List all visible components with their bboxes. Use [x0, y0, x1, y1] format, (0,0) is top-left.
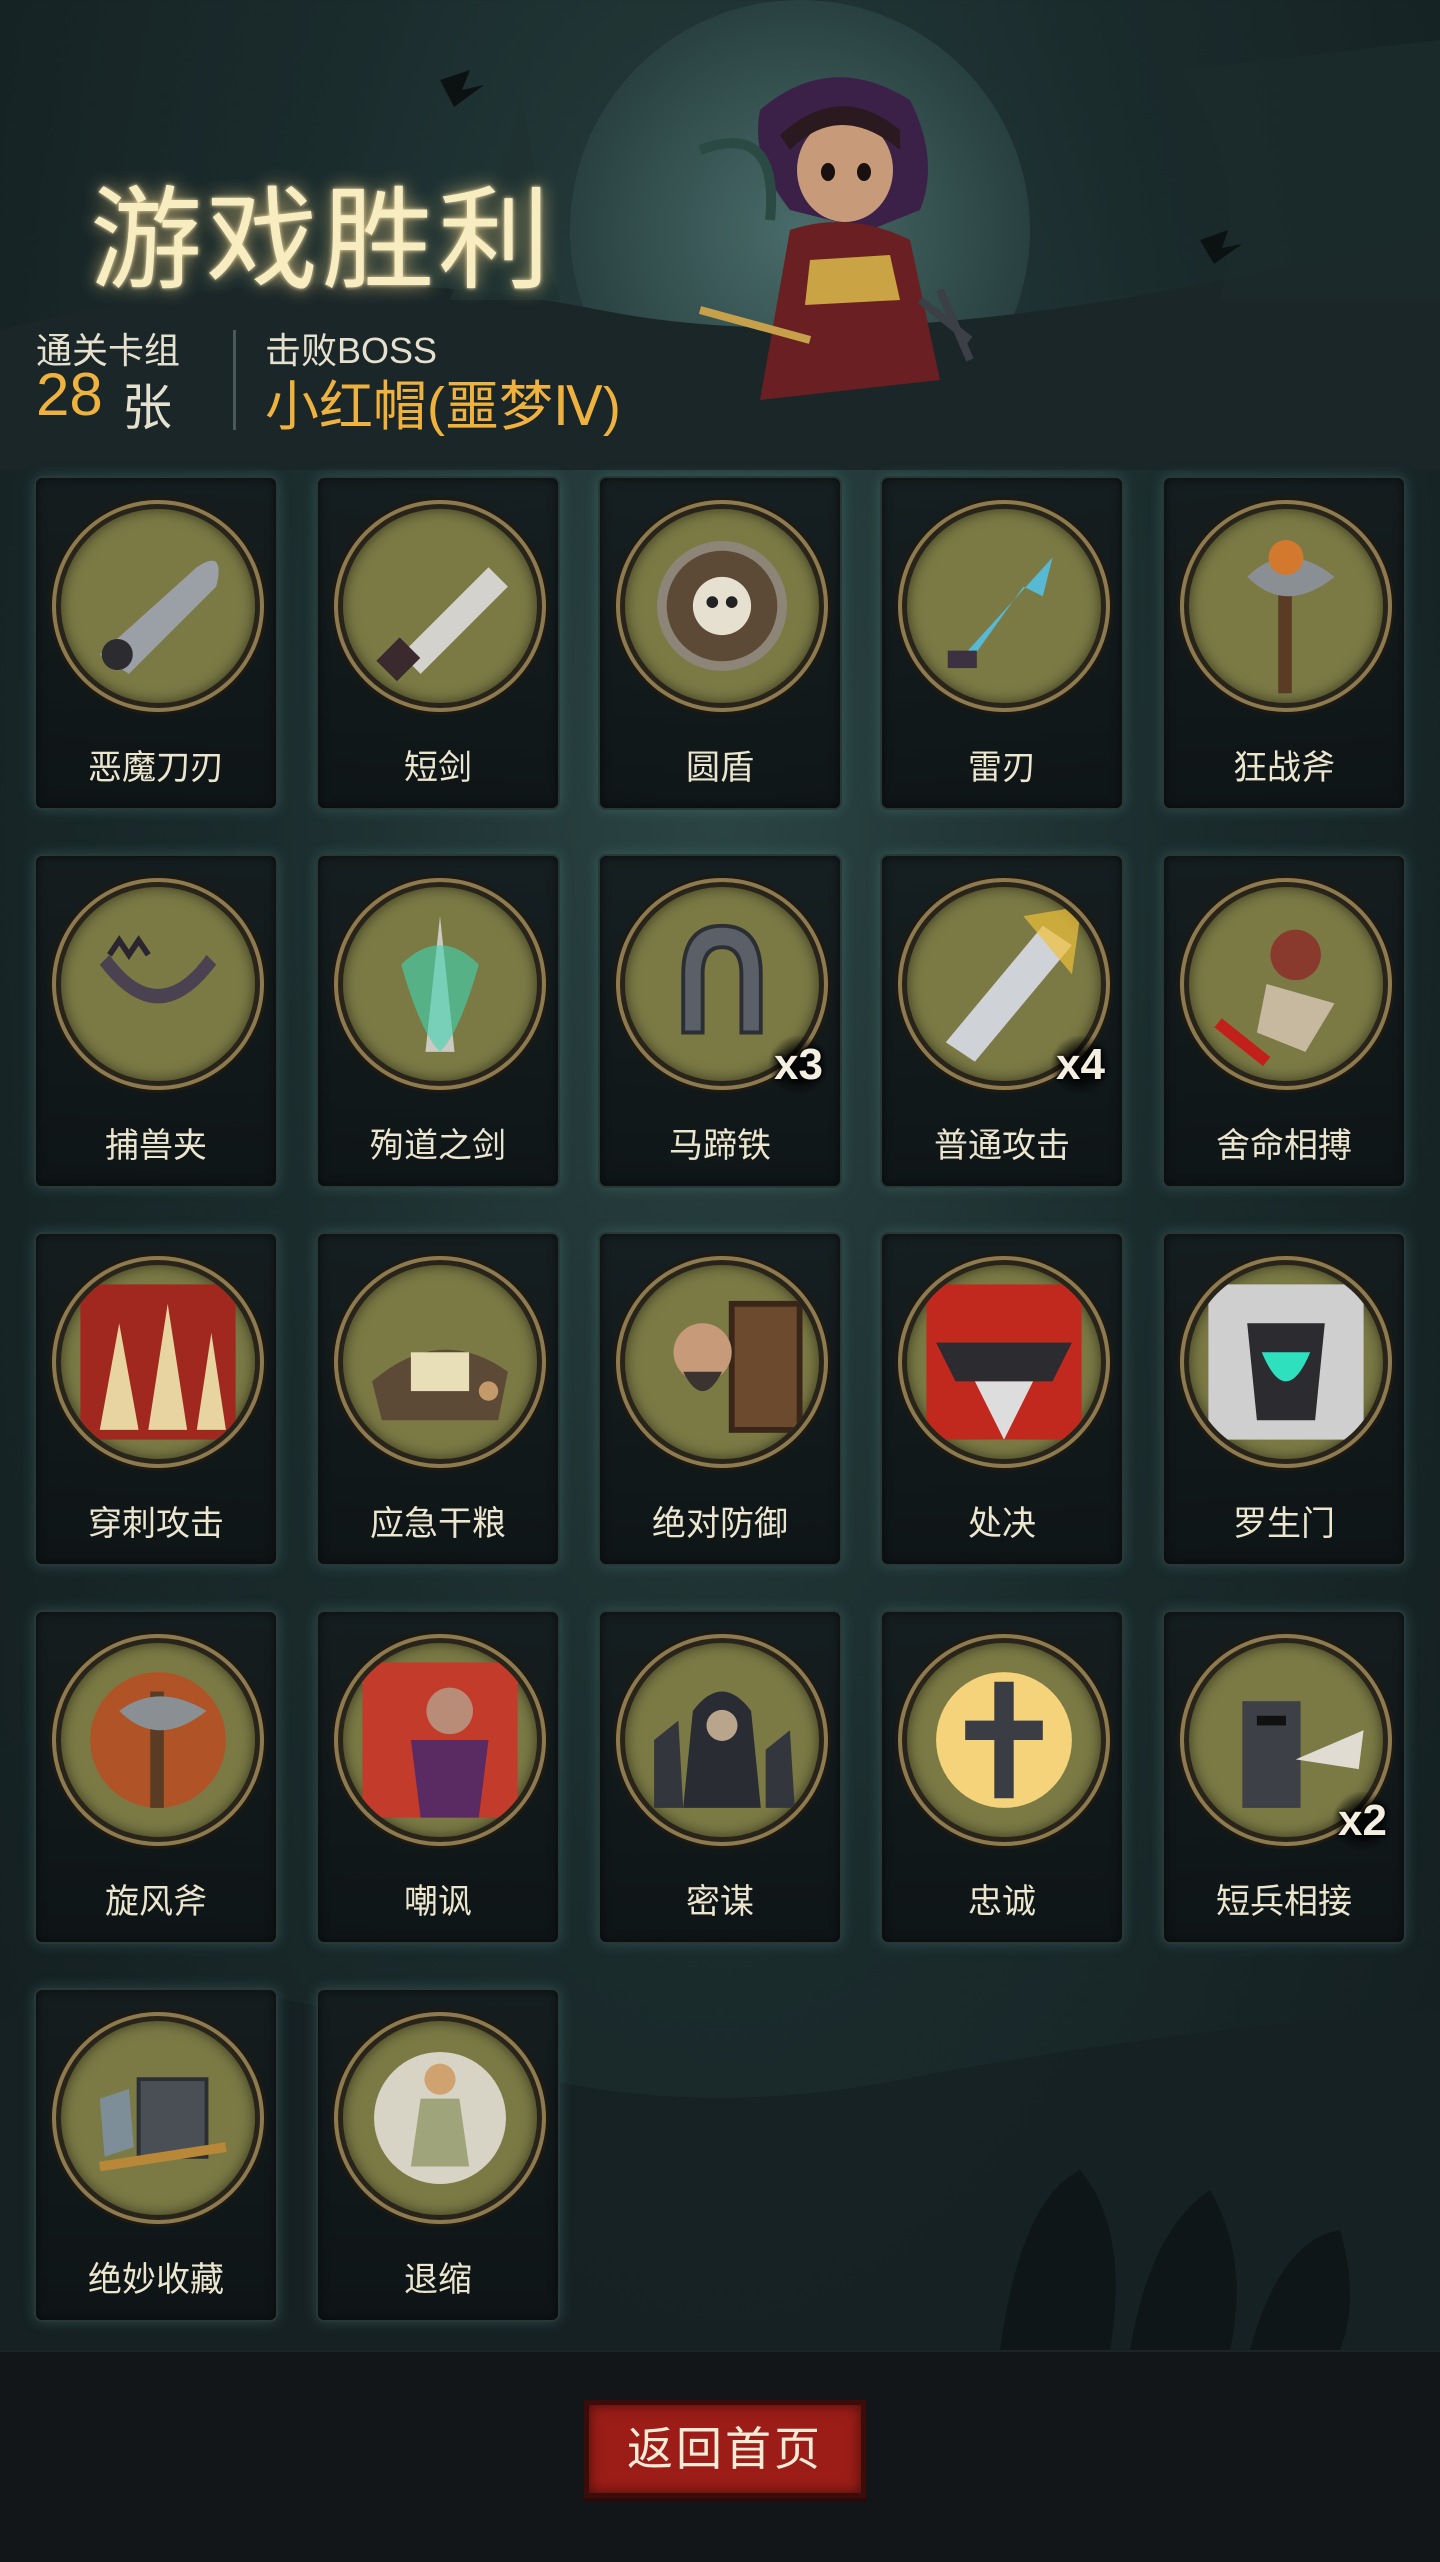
deck-card-taunt[interactable]: 嘲讽 — [316, 1610, 560, 1944]
deck-card-thunder-blade[interactable]: 雷刃 — [880, 476, 1124, 810]
card-label: 圆盾 — [686, 749, 754, 787]
card-label: 应急干粮 — [370, 1505, 506, 1543]
page-title: 游戏胜利 — [90, 176, 554, 306]
deck-count: 28 — [36, 361, 103, 428]
thunder-blade-icon — [902, 504, 1106, 708]
card-count-badge: x2 — [1330, 1792, 1395, 1850]
desperate-fight-icon — [1184, 882, 1388, 1086]
card-count-badge: x4 — [1048, 1036, 1113, 1094]
retreat-icon — [338, 2016, 542, 2220]
round-shield-icon — [620, 504, 824, 708]
conspiracy-icon — [620, 1638, 824, 1842]
berserker-axe-icon — [1184, 504, 1388, 708]
card-label: 绝对防御 — [652, 1505, 788, 1543]
deck-card-conspiracy[interactable]: 密谋 — [598, 1610, 842, 1944]
card-label: 短兵相接 — [1216, 1883, 1352, 1921]
red-riding-hood-hero-art — [698, 77, 974, 400]
deck-card-loyalty-cross[interactable]: 忠诚 — [880, 1610, 1124, 1944]
card-label: 短剑 — [404, 749, 472, 787]
pierce-attack-icon — [56, 1260, 260, 1464]
card-label: 马蹄铁 — [669, 1127, 771, 1165]
taunt-icon — [338, 1638, 542, 1842]
deck-card-desperate-fight[interactable]: 舍命相搏 — [1162, 854, 1406, 1188]
card-label: 舍命相搏 — [1216, 1127, 1352, 1165]
deck-unit: 张 — [122, 380, 172, 436]
rashomon-icon — [1184, 1260, 1388, 1464]
deck-card-pierce-attack[interactable]: 穿刺攻击 — [34, 1232, 278, 1566]
whirlwind-axe-icon — [56, 1638, 260, 1842]
card-label: 恶魔刀刃 — [88, 749, 224, 787]
card-count-badge: x3 — [766, 1036, 831, 1094]
deck-card-round-shield[interactable]: 圆盾 — [598, 476, 842, 810]
deck-card-retreat[interactable]: 退缩 — [316, 1988, 560, 2322]
card-label: 罗生门 — [1233, 1505, 1335, 1543]
card-label: 普通攻击 — [934, 1127, 1070, 1165]
card-label: 嘲讽 — [404, 1883, 472, 1921]
short-sword-icon — [338, 504, 542, 708]
deck-card-demon-blade[interactable]: 恶魔刀刃 — [34, 476, 278, 810]
deck-card-close-combat[interactable]: 短兵相接 x2 — [1162, 1610, 1406, 1944]
card-label: 殉道之剑 — [370, 1127, 506, 1165]
card-label: 雷刃 — [968, 749, 1036, 787]
stat-divider — [233, 330, 236, 430]
card-label: 绝妙收藏 — [88, 2261, 224, 2299]
deck-card-martyr-sword[interactable]: 殉道之剑 — [316, 854, 560, 1188]
deck-card-basic-attack[interactable]: 普通攻击 x4 — [880, 854, 1124, 1188]
deck-card-whirlwind-axe[interactable]: 旋风斧 — [34, 1610, 278, 1944]
martyr-sword-icon — [338, 882, 542, 1086]
boss-name: 小红帽(噩梦Ⅳ) — [265, 377, 621, 437]
card-label: 忠诚 — [968, 1883, 1036, 1921]
victory-header: 游戏胜利 通关卡组 28 张 击败BOSS 小红帽(噩梦Ⅳ) — [0, 0, 1440, 470]
emergency-rations-icon — [338, 1260, 542, 1464]
loyalty-cross-icon — [902, 1638, 1106, 1842]
return-home-button[interactable]: 返回首页 — [584, 2400, 866, 2498]
fine-collection-icon — [56, 2016, 260, 2220]
card-label: 密谋 — [686, 1883, 754, 1921]
deck-card-rashomon[interactable]: 罗生门 — [1162, 1232, 1406, 1566]
card-label: 旋风斧 — [105, 1883, 207, 1921]
deck-card-berserker-axe[interactable]: 狂战斧 — [1162, 476, 1406, 810]
deck-card-horseshoe[interactable]: 马蹄铁 x3 — [598, 854, 842, 1188]
deck-card-bear-trap[interactable]: 捕兽夹 — [34, 854, 278, 1188]
deck-card-short-sword[interactable]: 短剑 — [316, 476, 560, 810]
card-label: 处决 — [968, 1505, 1036, 1543]
card-label: 捕兽夹 — [105, 1127, 207, 1165]
bear-trap-icon — [56, 882, 260, 1086]
execution-icon — [902, 1260, 1106, 1464]
deck-card-execution[interactable]: 处决 — [880, 1232, 1124, 1566]
card-label: 退缩 — [404, 2261, 472, 2299]
deck-card-absolute-defense[interactable]: 绝对防御 — [598, 1232, 842, 1566]
card-label: 穿刺攻击 — [88, 1505, 224, 1543]
absolute-defense-icon — [620, 1260, 824, 1464]
card-label: 狂战斧 — [1233, 749, 1335, 787]
demon-blade-icon — [56, 504, 260, 708]
deck-card-emergency-rations[interactable]: 应急干粮 — [316, 1232, 560, 1566]
deck-card-fine-collection[interactable]: 绝妙收藏 — [34, 1988, 278, 2322]
